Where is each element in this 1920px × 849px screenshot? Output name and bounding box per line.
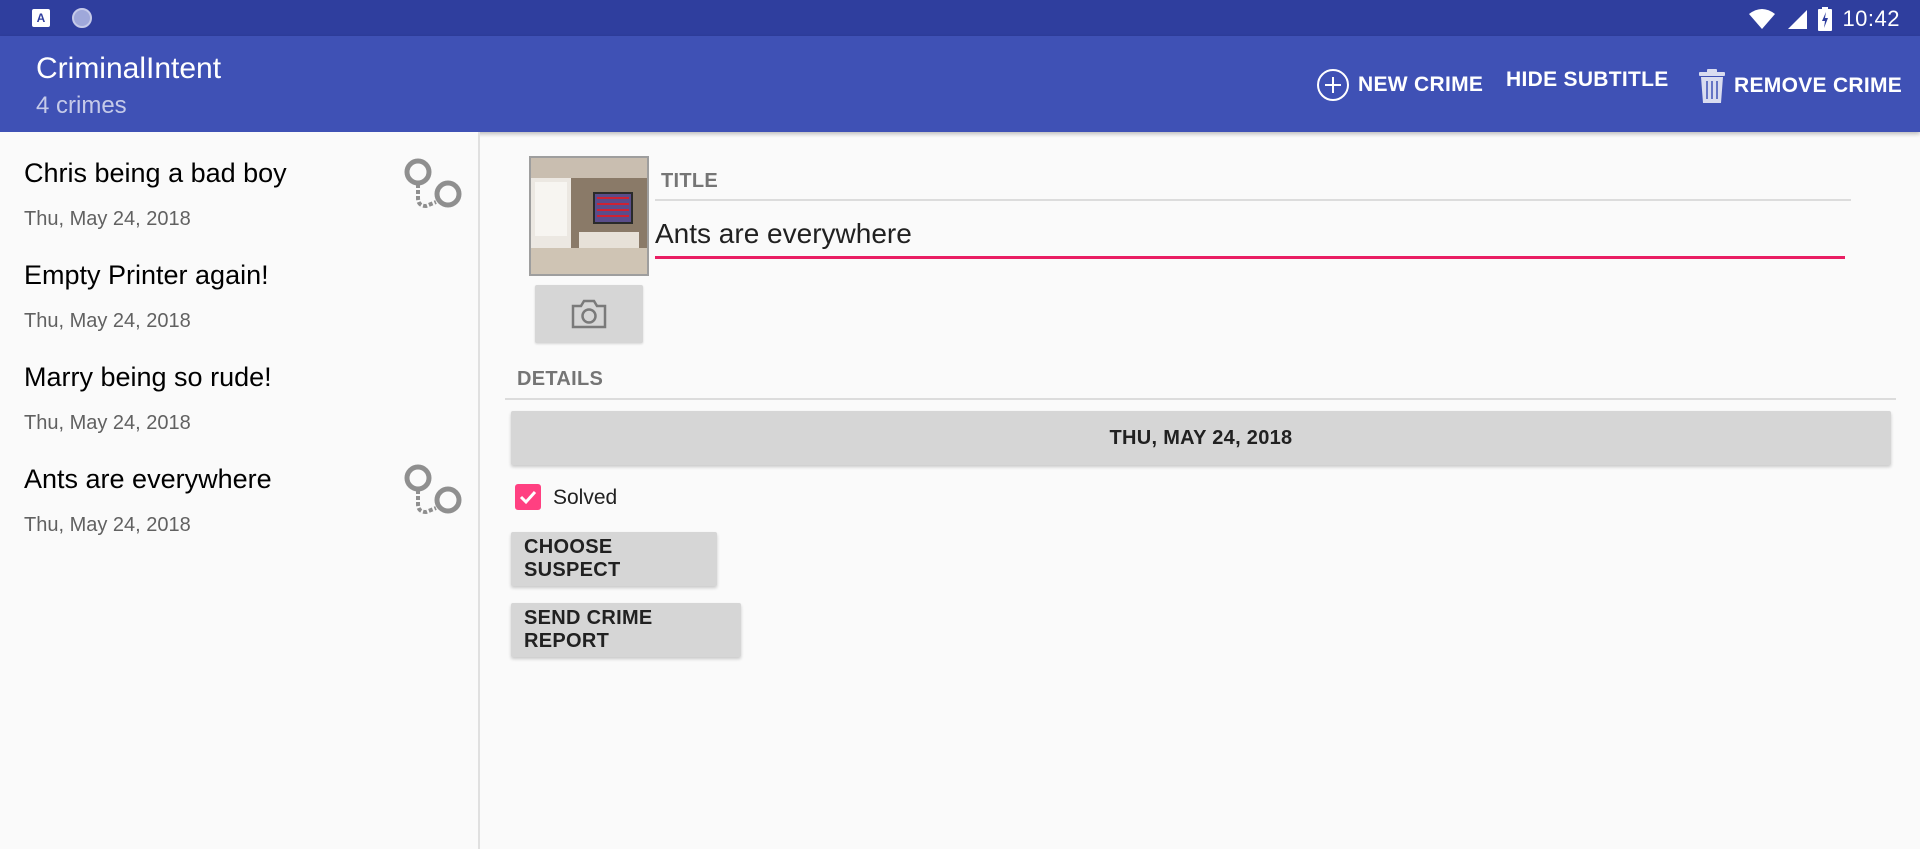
handcuffs-icon [404, 158, 462, 209]
crime-detail: TITLE DETAILS THU, MAY 24, 2018 Solved C… [480, 132, 1920, 849]
new-crime-button[interactable]: NEW CRIME [1316, 68, 1483, 102]
crime-list: Chris being a bad boy Thu, May 24, 2018 … [0, 132, 480, 849]
solved-checkbox[interactable] [515, 484, 541, 510]
crime-date: Thu, May 24, 2018 [24, 514, 191, 536]
keyboard-a-icon: A [32, 9, 50, 27]
camera-icon [571, 299, 607, 329]
crime-date: Thu, May 24, 2018 [24, 208, 191, 230]
battery-charging-icon [1818, 7, 1833, 31]
crime-title: Chris being a bad boy [24, 158, 287, 188]
add-circle-icon [1317, 69, 1349, 101]
crime-list-item[interactable]: Chris being a bad boy Thu, May 24, 2018 [0, 132, 478, 234]
details-divider [505, 398, 1896, 400]
status-time: 10:42 [1842, 6, 1900, 31]
crime-date: Thu, May 24, 2018 [24, 310, 191, 332]
crime-date-button[interactable]: THU, MAY 24, 2018 [511, 411, 1891, 465]
handcuffs-icon [404, 464, 462, 515]
wifi-icon [1749, 9, 1776, 29]
details-section-label: DETAILS [517, 368, 604, 390]
crime-list-item[interactable]: Ants are everywhere Thu, May 24, 2018 [0, 438, 478, 540]
remove-crime-label: REMOVE CRIME [1734, 74, 1903, 97]
crime-list-item[interactable]: Marry being so rude! Thu, May 24, 2018 [0, 336, 478, 438]
remove-crime-button[interactable]: REMOVE CRIME [1698, 68, 1902, 104]
crime-list-item[interactable]: Empty Printer again! Thu, May 24, 2018 [0, 234, 478, 336]
take-photo-button[interactable] [535, 285, 643, 343]
crime-title: Marry being so rude! [24, 362, 272, 392]
hide-subtitle-button[interactable]: HIDE SUBTITLE [1506, 68, 1669, 92]
app-subtitle: 4 crimes [36, 92, 127, 119]
check-icon [519, 490, 537, 505]
choose-suspect-button[interactable]: CHOOSE SUSPECT [511, 532, 717, 586]
status-right-icons: 10:42 [1748, 6, 1900, 32]
title-divider [655, 199, 1851, 201]
signal-icon [1788, 10, 1808, 29]
crime-photo[interactable] [529, 156, 649, 276]
room-photo-image [531, 158, 647, 274]
title-section-label: TITLE [661, 170, 719, 192]
crime-title-input[interactable] [655, 212, 1845, 259]
app-bar: CriminalIntent 4 crimes NEW CRIME HIDE S… [0, 36, 1920, 132]
sync-circle-icon [72, 8, 92, 28]
status-bar: A 10:42 [0, 0, 1920, 36]
app-title: CriminalIntent [36, 52, 222, 85]
crime-date: Thu, May 24, 2018 [24, 412, 191, 434]
new-crime-label: NEW CRIME [1358, 73, 1484, 96]
crime-title: Ants are everywhere [24, 464, 272, 494]
crime-title: Empty Printer again! [24, 260, 269, 290]
hide-subtitle-label: HIDE SUBTITLE [1506, 68, 1669, 91]
status-left-icons: A [32, 8, 92, 28]
trash-icon [1699, 69, 1725, 103]
send-report-button[interactable]: SEND CRIME REPORT [511, 603, 741, 657]
solved-label: Solved [553, 486, 618, 509]
